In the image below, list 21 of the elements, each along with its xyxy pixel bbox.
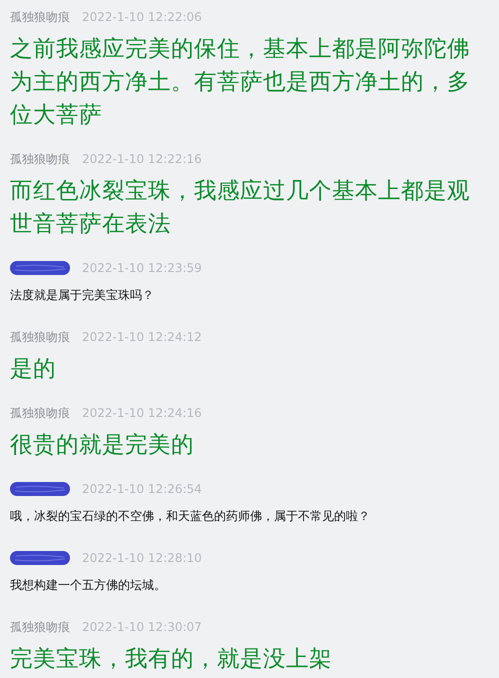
message-time: 2022-1-10 12:30:07 (82, 619, 202, 636)
message-time: 2022-1-10 12:28:10 (82, 550, 202, 567)
message-time: 2022-1-10 12:22:16 (82, 151, 202, 168)
message-time: 2022-1-10 12:26:54 (82, 481, 202, 498)
message-text: 很贵的就是完美的 (10, 431, 195, 460)
message-time: 2022-1-10 12:24:16 (82, 405, 202, 422)
message-time: 2022-1-10 12:24:12 (82, 329, 202, 346)
message-text: 哦，冰裂的宝石绿的不空佛，和天蓝色的药师佛，属于不常见的啦？ (10, 508, 371, 525)
sender-name: 孤独狼吻痕 (10, 619, 70, 636)
message-text: 我想构建一个五方佛的坛城。 (10, 577, 167, 594)
message-text: 完美宝珠，我有的，就是没上架 (10, 645, 333, 674)
message-time: 2022-1-10 12:23:59 (82, 260, 202, 277)
sender-name: 孤独狼吻痕 (10, 9, 70, 26)
sender-name: 孤独狼吻痕 (10, 329, 70, 346)
message-text: 法度就是属于完美宝珠吗？ (10, 287, 155, 304)
sender-name: 孤独狼吻痕 (10, 151, 70, 168)
message-text: 是的 (10, 355, 57, 384)
message-text: 而红色冰裂宝珠，我感应过几个基本上都是观世音菩萨在表法 (10, 177, 471, 239)
message-text: 之前我感应完美的保住，基本上都是阿弥陀佛为主的西方净土。有菩萨也是西方净土的，多位大菩萨 (10, 35, 471, 130)
sender-name: 孤独狼吻痕 (10, 405, 70, 422)
message-time: 2022-1-10 12:22:06 (82, 9, 202, 26)
